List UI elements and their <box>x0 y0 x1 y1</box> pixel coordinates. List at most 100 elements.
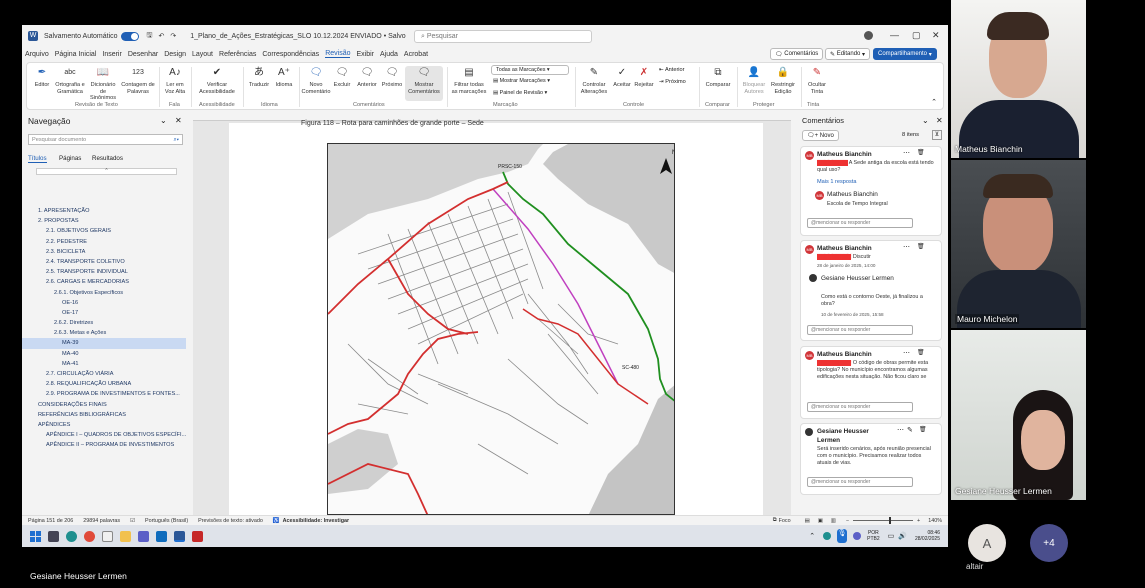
save-icon[interactable]: 🖫 <box>147 31 153 42</box>
file-explorer-icon[interactable] <box>120 530 131 542</box>
more-options-icon[interactable]: ⋯ <box>903 243 910 251</box>
camera-app-icon[interactable] <box>48 530 59 542</box>
markup-select[interactable]: Todas as Marcações ▾ <box>491 65 569 75</box>
chrome-icon[interactable] <box>84 530 95 542</box>
delete-icon[interactable]: 🗑 <box>917 243 925 250</box>
print-layout-icon[interactable]: ▣ <box>818 518 823 524</box>
menu-pagina-inicial[interactable]: Página Inicial <box>55 51 97 58</box>
nav-heading-item[interactable]: APÊNDICE II – PROGRAMA DE INVESTIMENTOS <box>22 440 192 450</box>
tray-app-icon[interactable] <box>823 532 832 540</box>
page-count[interactable]: Página 151 de 206 <box>28 518 73 524</box>
delete-icon[interactable]: 🗑 <box>917 349 925 356</box>
zoom-in-icon[interactable]: + <box>917 518 920 524</box>
language-button[interactable]: A⁺ Idioma <box>273 66 295 89</box>
comment-card[interactable]: Gesiane Heusser Lermen ⋯ ✎ 🗑 Será inseri… <box>800 423 942 495</box>
next-comment-button[interactable]: 🗨 Próximo <box>381 66 403 89</box>
focus-icon[interactable]: ⧉ <box>773 517 777 524</box>
comments-button[interactable]: 🗨 Comentários <box>770 48 824 60</box>
proofing-icon[interactable]: ☑ <box>130 518 135 524</box>
delete-icon[interactable]: 🗑 <box>919 426 927 433</box>
nav-heading-item[interactable]: 2.1. OBJETIVOS GERAIS <box>22 226 192 236</box>
more-replies-link[interactable]: Mais 1 resposta <box>817 179 856 185</box>
volume-icon[interactable]: 🔊 <box>898 532 907 540</box>
track-changes-button[interactable]: ✎ Controlar Alterações <box>579 66 609 95</box>
zoom-slider-thumb[interactable] <box>889 517 892 524</box>
autosave-toggle[interactable] <box>120 31 139 41</box>
nav-heading-item[interactable]: MA-39 <box>22 338 186 349</box>
menu-arquivo[interactable]: Arquivo <box>25 51 49 58</box>
menu-exibir[interactable]: Exibir <box>356 51 374 58</box>
search-box[interactable]: ⌕ Pesquisar <box>414 30 592 43</box>
reply-input[interactable]: @mencionar ou responder <box>807 477 913 487</box>
nav-heading-item[interactable]: 2.6.3. Metas e Ações <box>22 328 192 338</box>
nav-heading-item[interactable]: 2.6.1. Objetivos Específicos <box>22 288 192 298</box>
menu-revisao[interactable]: Revisão <box>325 50 351 58</box>
compare-button[interactable]: ⧉ Comparar <box>703 66 733 89</box>
participant-tile[interactable]: Mauro Michelon <box>951 160 1086 328</box>
nav-heading-item[interactable]: OE-17 <box>22 308 192 318</box>
undo-icon[interactable]: ↶ <box>159 32 165 40</box>
participant-avatar[interactable]: A <box>968 524 1006 562</box>
participant-tile[interactable]: Gesiane Heusser Lermen <box>951 330 1086 500</box>
menu-ajuda[interactable]: Ajuda <box>380 51 398 58</box>
accessibility-status[interactable]: Acessibilidade: Investigar <box>283 518 350 524</box>
microphone-icon[interactable]: 🎙 <box>837 529 848 543</box>
filter-comments-icon[interactable]: ⊻ <box>932 130 942 140</box>
tray-app-icon[interactable] <box>853 532 862 540</box>
windows-start-icon[interactable] <box>30 530 41 542</box>
show-comments-button[interactable]: 🗨 Mostrar Comentários <box>405 66 443 101</box>
delete-icon[interactable]: 🗑 <box>917 149 925 156</box>
clock[interactable]: 08:46 28/02/2025 <box>915 530 940 542</box>
close-icon[interactable]: ✕ <box>932 30 940 41</box>
editing-button[interactable]: ✎ Editando ▾ <box>825 48 871 60</box>
delete-comment-button[interactable]: 🗨 Excluir <box>331 66 353 89</box>
nav-heading-item[interactable]: APÊNDICE I – QUADROS DE OBJETIVOS ESPECÍ… <box>22 430 192 440</box>
outlook-icon[interactable] <box>156 530 167 542</box>
accessibility-button[interactable]: ✔ Verificar Acessibilidade <box>195 66 239 95</box>
menu-correspondencias[interactable]: Correspondências <box>262 51 319 58</box>
menu-layout[interactable]: Layout <box>192 51 213 58</box>
nav-heading-item[interactable]: 2.5. TRANSPORTE INDIVIDUAL <box>22 267 192 277</box>
nav-heading-item[interactable]: CONSIDERAÇÕES FINAIS <box>22 400 192 410</box>
comment-card[interactable]: MB Matheus Bianchin ⋯ 🗑 ░░░░░░░░░ O códi… <box>800 346 942 419</box>
nav-heading-item[interactable]: 2.6.2. Diretrizes <box>22 318 192 328</box>
tray-chevron-icon[interactable]: ⌃ <box>809 532 815 540</box>
reject-button[interactable]: ✗ Rejeitar <box>633 66 655 89</box>
show-markup-button[interactable]: ▤ Mostrar Marcações ▾ <box>493 78 550 84</box>
network-icon[interactable]: ▭ <box>888 532 895 540</box>
read-mode-icon[interactable]: ▤ <box>805 518 810 524</box>
previous-change-button[interactable]: ⇤ Anterior <box>659 67 685 73</box>
menu-inserir[interactable]: Inserir <box>102 51 121 58</box>
reply-input[interactable]: @mencionar ou responder <box>807 402 913 412</box>
acrobat-icon[interactable] <box>192 530 203 542</box>
thesaurus-button[interactable]: 📖 Dicionário de Sinônimos <box>87 66 119 102</box>
new-comment-button[interactable]: 🗨 Novo Comentário <box>302 66 331 95</box>
menu-design[interactable]: Design <box>164 51 186 58</box>
zoom-slider[interactable] <box>853 517 914 524</box>
comments-close-icon[interactable]: ✕ <box>936 116 943 125</box>
zoom-out-icon[interactable]: − <box>846 518 849 524</box>
previous-comment-button[interactable]: 🗨 Anterior <box>355 66 379 89</box>
redo-icon[interactable]: ↷ <box>170 32 176 40</box>
translate-button[interactable]: あ Traduzir <box>247 66 271 89</box>
tab-titulos[interactable]: Títulos <box>28 155 47 163</box>
nav-heading-item[interactable]: MA-40 <box>22 349 192 359</box>
nav-heading-item[interactable]: 2. PROPOSTAS <box>22 216 192 226</box>
text-predictions[interactable]: Previsões de texto: ativado <box>198 518 263 524</box>
nav-close-icon[interactable]: ✕ <box>175 116 182 125</box>
minimize-icon[interactable]: — <box>890 30 899 40</box>
word-count-button[interactable]: 123 Contagem de Palavras <box>121 66 155 95</box>
collapse-ribbon-icon[interactable]: ⌃ <box>931 98 937 106</box>
comment-card[interactable]: MB Matheus Bianchin ⋯ 🗑 ░░░░░░░░ A Sede … <box>800 146 942 236</box>
nav-heading-item[interactable]: APÊNDICES <box>22 420 192 430</box>
menu-desenhar[interactable]: Desenhar <box>128 51 158 58</box>
more-options-icon[interactable]: ⋯ <box>903 349 910 357</box>
participant-tile[interactable]: Matheus Bianchin <box>951 0 1086 158</box>
nav-search-input[interactable]: Pesquisar documento ⌕▾ <box>28 134 183 145</box>
new-comment-pane-button[interactable]: 🗨+ Novo <box>802 130 839 141</box>
nav-heading-item[interactable]: REFERÊNCIAS BIBLIOGRÁFICAS <box>22 410 192 420</box>
next-change-button[interactable]: ⇥ Próximo <box>659 79 686 85</box>
nav-heading-item[interactable]: MA-41 <box>22 359 192 369</box>
comment-card[interactable]: MB Matheus Bianchin ⋯ 🗑 ░░░░░░░░░ Discut… <box>800 240 942 341</box>
focus-label[interactable]: Foco <box>779 518 791 524</box>
